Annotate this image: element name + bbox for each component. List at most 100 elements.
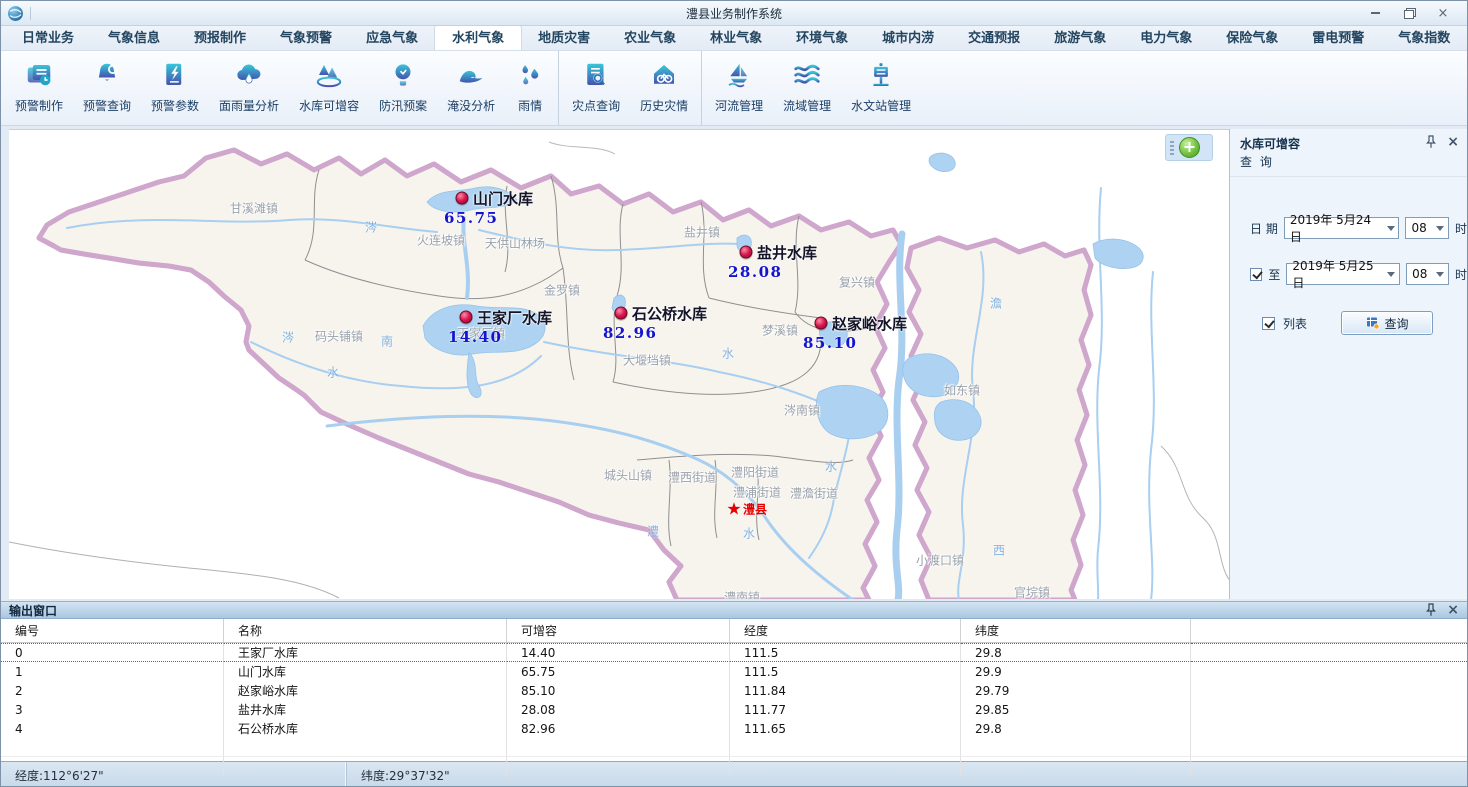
- table-cell-filler: [1191, 681, 1467, 700]
- menu-tab-5[interactable]: 水利气象: [435, 26, 521, 50]
- window-titlebar[interactable]: 澧县业务制作系统 ×: [1, 1, 1467, 26]
- pin-icon[interactable]: [1425, 603, 1437, 617]
- menu-tab-9[interactable]: 环境气象: [779, 26, 865, 50]
- menu-tab-6[interactable]: 地质灾害: [521, 26, 607, 50]
- menu-tab-11[interactable]: 交通预报: [951, 26, 1037, 50]
- output-title: 输出窗口: [9, 602, 57, 619]
- town-label: 甘溪滩镇: [230, 200, 278, 217]
- reservoir-capacity-panel: 水库可增容 查 询 × 日 期 2019年 5月24日 08 时: [1229, 129, 1467, 599]
- menu-tab-16[interactable]: 气象指数: [1381, 26, 1467, 50]
- menu-tab-1[interactable]: 气象信息: [91, 26, 177, 50]
- table-row[interactable]: 1山门水库65.75111.529.9: [1, 662, 1467, 681]
- map-canvas[interactable]: 甘溪滩镇火连坡镇天供山林场金罗镇盐井镇复兴镇梦溪镇码头铺镇大堰垱镇王家厂镇如东镇…: [9, 129, 1229, 599]
- town-label: 澧浦街道: [733, 484, 781, 501]
- cloud-drop-icon: [234, 60, 264, 93]
- toolbar-button-wave[interactable]: 淹没分析: [437, 51, 505, 125]
- query-button[interactable]: 查询: [1341, 311, 1433, 335]
- hour-to-select[interactable]: 08: [1406, 263, 1449, 285]
- table-cell: 111.65: [730, 719, 961, 738]
- table-row-empty: [1, 738, 1467, 757]
- menu-tab-15[interactable]: 雷电预警: [1295, 26, 1381, 50]
- menu-tab-10[interactable]: 城市内涝: [865, 26, 951, 50]
- toolbar-button-doc-search[interactable]: 灾点查询: [562, 51, 630, 125]
- town-label: 澧西街道: [668, 469, 716, 486]
- to-checkbox[interactable]: [1250, 268, 1262, 281]
- table-row[interactable]: 0王家厂水库14.40111.529.8: [1, 643, 1467, 662]
- table-row[interactable]: 2赵家峪水库85.10111.8429.79: [1, 681, 1467, 700]
- toolbar-button-history[interactable]: 历史灾情: [630, 51, 698, 125]
- table-cell: 82.96: [507, 719, 730, 738]
- table-cell-filler: [1191, 662, 1467, 681]
- table-cell: 14.40: [507, 643, 730, 662]
- menu-tab-2[interactable]: 预报制作: [177, 26, 263, 50]
- column-header: 经度: [730, 619, 961, 642]
- table-cell: 29.9: [961, 662, 1191, 681]
- reservoir-marker-icon[interactable]: [740, 246, 753, 259]
- toolbar-button-label: 水文站管理: [851, 97, 911, 114]
- toolbar-button-label: 流域管理: [783, 97, 831, 114]
- date-to-select[interactable]: 2019年 5月25日: [1286, 263, 1400, 285]
- table-cell-empty: [730, 757, 961, 775]
- menu-bar: 日常业务气象信息预报制作气象预警应急气象水利气象地质灾害农业气象林业气象环境气象…: [1, 26, 1467, 51]
- menu-tab-8[interactable]: 林业气象: [693, 26, 779, 50]
- table-row[interactable]: 4石公桥水库82.96111.6529.8: [1, 719, 1467, 738]
- menu-tab-13[interactable]: 电力气象: [1123, 26, 1209, 50]
- table-cell-filler: [1191, 757, 1467, 775]
- table-cell: 4: [1, 719, 224, 738]
- table-cell: 2: [1, 681, 224, 700]
- toolbar-button-bulb[interactable]: 防汛预案: [369, 51, 437, 125]
- menu-tab-14[interactable]: 保险气象: [1209, 26, 1295, 50]
- drag-grip-icon[interactable]: [1170, 141, 1174, 155]
- toolbar-button-reservoir[interactable]: 水库可增容: [289, 51, 369, 125]
- menu-tab-12[interactable]: 旅游气象: [1037, 26, 1123, 50]
- table-row[interactable]: 3盐井水库28.08111.7729.85: [1, 700, 1467, 719]
- pin-icon[interactable]: [1425, 135, 1437, 149]
- menu-tab-3[interactable]: 气象预警: [263, 26, 349, 50]
- station-icon: [866, 60, 896, 93]
- toolbar: 预警制作预警查询预警参数面雨量分析水库可增容防汛预案淹没分析雨情灾点查询历史灾情…: [1, 51, 1467, 126]
- reservoir-marker-icon[interactable]: [615, 307, 628, 320]
- zoom-in-button[interactable]: [1179, 137, 1200, 158]
- table-cell-filler: [1191, 643, 1467, 662]
- toolbar-button-cloud-drop[interactable]: 面雨量分析: [209, 51, 289, 125]
- toolbar-button-waves[interactable]: 流域管理: [773, 51, 841, 125]
- list-checkbox[interactable]: [1262, 317, 1275, 330]
- toolbar-button-doc-params[interactable]: 预警参数: [141, 51, 209, 125]
- reservoir-marker-icon[interactable]: [456, 192, 469, 205]
- output-close-icon[interactable]: ×: [1447, 603, 1459, 617]
- toolbar-button-rain[interactable]: 雨情: [505, 51, 555, 125]
- application-window: 澧县业务制作系统 × 日常业务气象信息预报制作气象预警应急气象水利气象地质灾害农…: [0, 0, 1468, 787]
- reservoir-icon: [314, 60, 344, 93]
- to-label: 至: [1268, 266, 1280, 283]
- reservoir-marker-icon[interactable]: [460, 311, 473, 324]
- toolbar-button-sailboat[interactable]: 河流管理: [705, 51, 773, 125]
- panel-close-icon[interactable]: ×: [1447, 135, 1459, 149]
- hour-from-select[interactable]: 08: [1405, 217, 1449, 239]
- reservoir-capacity-value: 28.08: [728, 263, 782, 281]
- table-cell-filler: [1191, 719, 1467, 738]
- date-from-row: 日 期 2019年 5月24日 08 时: [1250, 217, 1467, 239]
- menu-tab-0[interactable]: 日常业务: [5, 26, 91, 50]
- chevron-down-icon: [1383, 218, 1399, 238]
- minimize-button[interactable]: [1367, 6, 1383, 20]
- output-titlebar[interactable]: 输出窗口 ×: [1, 602, 1467, 619]
- toolbar-button-label: 水库可增容: [299, 97, 359, 114]
- table-cell-filler: [1191, 700, 1467, 719]
- toolbar-button-warning-doc[interactable]: 预警制作: [5, 51, 73, 125]
- toolbar-button-station[interactable]: 水文站管理: [841, 51, 921, 125]
- toolbar-button-bell-search[interactable]: 预警查询: [73, 51, 141, 125]
- reservoir-name: 王家厂水库: [477, 307, 552, 328]
- menu-tab-7[interactable]: 农业气象: [607, 26, 693, 50]
- date-from-select[interactable]: 2019年 5月24日: [1284, 217, 1400, 239]
- status-longitude: 经度:112°6'27": [1, 762, 346, 787]
- close-button[interactable]: ×: [1435, 6, 1451, 20]
- reservoir-capacity-value: 85.10: [803, 334, 857, 352]
- reservoir-marker-icon[interactable]: [815, 317, 828, 330]
- chevron-down-icon: [1383, 264, 1399, 284]
- river-name-char: 水: [327, 364, 339, 381]
- bulb-icon: [388, 60, 418, 93]
- town-label: 如东镇: [944, 382, 980, 399]
- table-cell: 盐井水库: [224, 700, 507, 719]
- restore-button[interactable]: [1401, 6, 1417, 20]
- menu-tab-4[interactable]: 应急气象: [349, 26, 435, 50]
